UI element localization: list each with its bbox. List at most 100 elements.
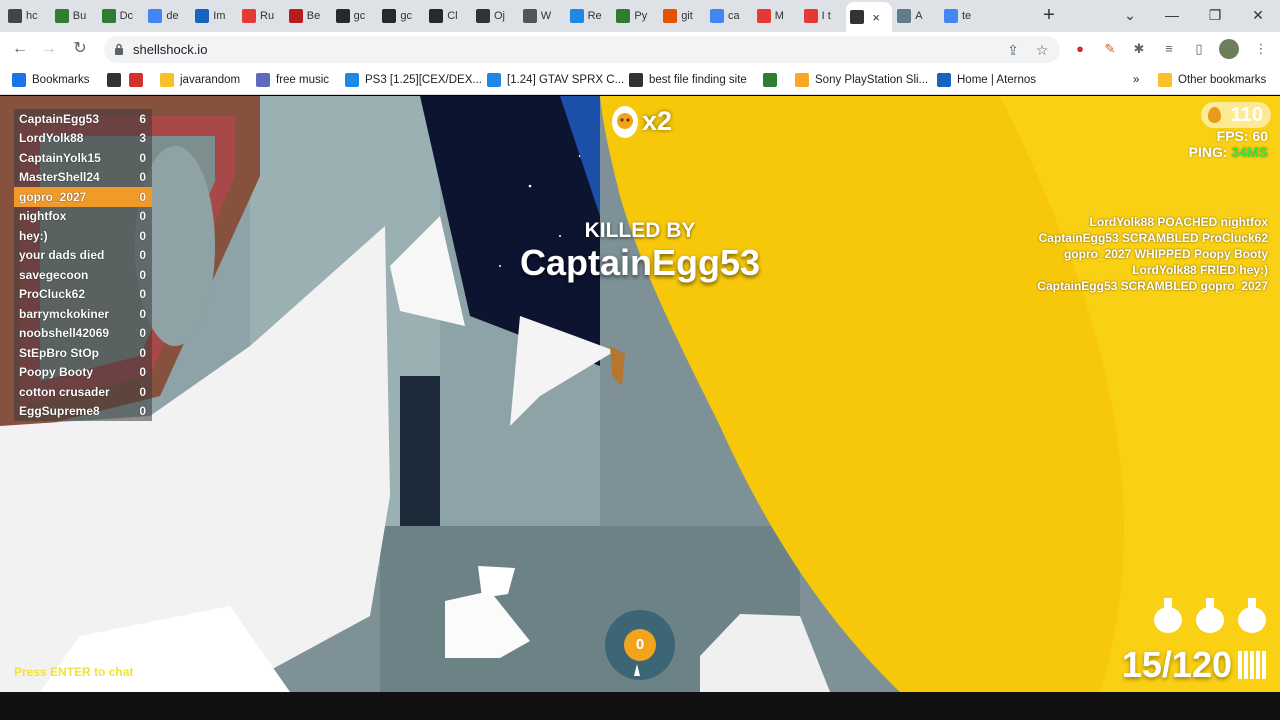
close-window-button[interactable]: ✕ xyxy=(1246,4,1270,26)
browser-tab[interactable]: de xyxy=(144,4,190,28)
player-name: ProCluck62 xyxy=(19,287,86,302)
bookmark-item[interactable]: best file finding site xyxy=(629,71,747,89)
browser-tab[interactable]: Re xyxy=(566,4,612,28)
player-score: 0 xyxy=(139,170,146,185)
killfeed: LordYolk88 POACHED nightfox CaptainEgg53 … xyxy=(1037,214,1268,294)
browser-tab[interactable]: Bu xyxy=(51,4,97,28)
player-score: 0 xyxy=(139,189,146,204)
browser-tab[interactable]: gc xyxy=(378,4,424,28)
browser-tab[interactable]: Oj xyxy=(472,4,518,28)
tab-favicon-icon xyxy=(616,9,631,23)
killfeed-entry: CaptainEgg53 SCRAMBLED ProCluck62 xyxy=(1038,231,1268,245)
tab-title: M xyxy=(774,10,784,22)
maximize-button[interactable]: ❐ xyxy=(1203,4,1227,26)
bookmark-item[interactable]: Home | Aternos xyxy=(937,71,1036,89)
bookmark-item[interactable]: free music xyxy=(256,71,329,89)
bookmark-item[interactable]: PS3 [1.25][CEX/DEX... xyxy=(345,71,482,89)
browser-tab[interactable]: Ru xyxy=(238,4,284,28)
scoreboard-row: LordYolk88 3 xyxy=(14,128,152,148)
game-scene xyxy=(0,96,1280,692)
share-icon[interactable]: ⇪ xyxy=(1004,41,1022,59)
player-name: noobshell42069 xyxy=(19,326,110,341)
tab-favicon-icon xyxy=(663,9,678,23)
game-viewport[interactable]: CaptainEgg53 6 LordYolk88 3 CaptainYolk15 0 Ma… xyxy=(0,96,1280,692)
side-panel-icon[interactable]: ▯ xyxy=(1190,40,1208,58)
back-arrow-icon[interactable]: ← xyxy=(9,38,31,60)
tab-favicon-icon xyxy=(148,9,163,23)
bookmark-label: Sony PlayStation Sli... xyxy=(815,74,929,86)
minimize-button[interactable]: — xyxy=(1160,4,1184,26)
tab-close-icon[interactable]: × xyxy=(872,10,880,25)
bookmark-favicon-icon xyxy=(160,73,174,87)
browser-tab[interactable]: W xyxy=(519,4,565,28)
player-score: 0 xyxy=(139,345,146,360)
scoreboard-row: barrymckokiner 0 xyxy=(14,304,152,324)
menu-kebab-icon[interactable]: ⋮ xyxy=(1252,40,1270,58)
tab-title: Py xyxy=(634,10,648,22)
player-name: MasterShell24 xyxy=(19,170,100,185)
browser-tab[interactable]: Dc xyxy=(98,4,144,28)
grenade-inventory xyxy=(1152,596,1268,634)
bookmark-item[interactable]: javarandom xyxy=(160,71,240,89)
browser-tab[interactable]: te xyxy=(940,4,986,28)
browser-tab[interactable]: Cl xyxy=(425,4,471,28)
bookmark-item[interactable]: Bookmarks xyxy=(12,71,90,89)
browser-tab[interactable]: M xyxy=(753,4,799,28)
bookmark-item[interactable] xyxy=(107,71,121,89)
bookmark-item[interactable] xyxy=(129,71,143,89)
bookmark-item[interactable] xyxy=(763,71,777,89)
reload-icon[interactable]: ↻ xyxy=(69,38,91,60)
browser-tab[interactable]: × xyxy=(846,2,893,32)
player-score: 6 xyxy=(139,111,146,126)
ammo-bars-icon xyxy=(1238,651,1266,679)
tab-favicon-icon xyxy=(288,9,303,23)
tab-favicon-icon xyxy=(944,9,958,23)
tab-title: hc xyxy=(26,10,38,22)
new-tab-button[interactable]: + xyxy=(1038,5,1060,27)
scoreboard-row: ProCluck62 0 xyxy=(14,284,152,304)
lock-icon[interactable] xyxy=(114,43,124,55)
profile-avatar[interactable] xyxy=(1219,39,1239,59)
bookmark-label: Bookmarks xyxy=(32,74,90,86)
browser-tab[interactable]: Py xyxy=(612,4,658,28)
forward-arrow-icon[interactable]: → xyxy=(38,38,60,60)
address-bar[interactable]: shellshock.io ⇪ ☆ xyxy=(104,36,1060,63)
bookmark-label: javarandom xyxy=(180,74,241,86)
bookmark-item[interactable]: [1.24] GTAV SPRX C... xyxy=(487,71,624,89)
grenade-icon xyxy=(1154,598,1182,633)
browser-toolbar: ← → ↻ shellshock.io ⇪ ☆ ● ✎ ✱ ≡ ▯ ⋮ xyxy=(0,32,1280,66)
bookmark-favicon-icon xyxy=(763,73,777,87)
folder-icon xyxy=(1158,73,1172,87)
fps-readout: FPS: 60 xyxy=(1216,128,1268,144)
tab-favicon-icon xyxy=(756,9,771,23)
player-name: gopro_2027 xyxy=(19,189,87,204)
tab-search-icon[interactable]: ⌄ xyxy=(1118,4,1142,26)
browser-tab[interactable]: hc xyxy=(4,4,50,28)
browser-tab[interactable]: ca xyxy=(706,4,752,28)
extension-adblock-icon[interactable]: ● xyxy=(1071,40,1089,58)
media-queue-icon[interactable]: ≡ xyxy=(1160,40,1178,58)
browser-tab[interactable]: Im xyxy=(191,4,237,28)
player-score: 0 xyxy=(139,384,146,399)
extension-edit-icon[interactable]: ✎ xyxy=(1101,40,1119,58)
tab-favicon-icon xyxy=(710,9,724,23)
bookmarks-overflow-chevron-icon[interactable]: » xyxy=(1133,71,1139,89)
other-bookmarks-folder[interactable]: Other bookmarks xyxy=(1158,71,1266,89)
bookmark-favicon-icon xyxy=(129,73,143,87)
browser-tab[interactable]: I t xyxy=(800,4,846,28)
browser-tab[interactable]: Be xyxy=(285,4,331,28)
browser-tab[interactable]: git xyxy=(659,4,705,28)
player-name: barrymckokiner xyxy=(19,306,110,321)
scoreboard-row: MasterShell24 0 xyxy=(14,167,152,187)
extensions-puzzle-icon[interactable]: ✱ xyxy=(1130,40,1148,58)
tab-title: git xyxy=(681,10,693,22)
bookmark-star-icon[interactable]: ☆ xyxy=(1033,41,1051,59)
ammo-counter: 15/120 xyxy=(1122,644,1266,686)
bookmark-item[interactable]: Sony PlayStation Sli... xyxy=(795,71,928,89)
browser-tab[interactable]: A xyxy=(893,4,939,28)
scoreboard-row: CaptainEgg53 6 xyxy=(14,109,152,129)
tab-favicon-icon xyxy=(242,9,256,23)
url-text[interactable]: shellshock.io xyxy=(133,42,207,57)
browser-tab[interactable]: gc xyxy=(332,4,378,28)
bookmark-favicon-icon xyxy=(107,73,121,87)
